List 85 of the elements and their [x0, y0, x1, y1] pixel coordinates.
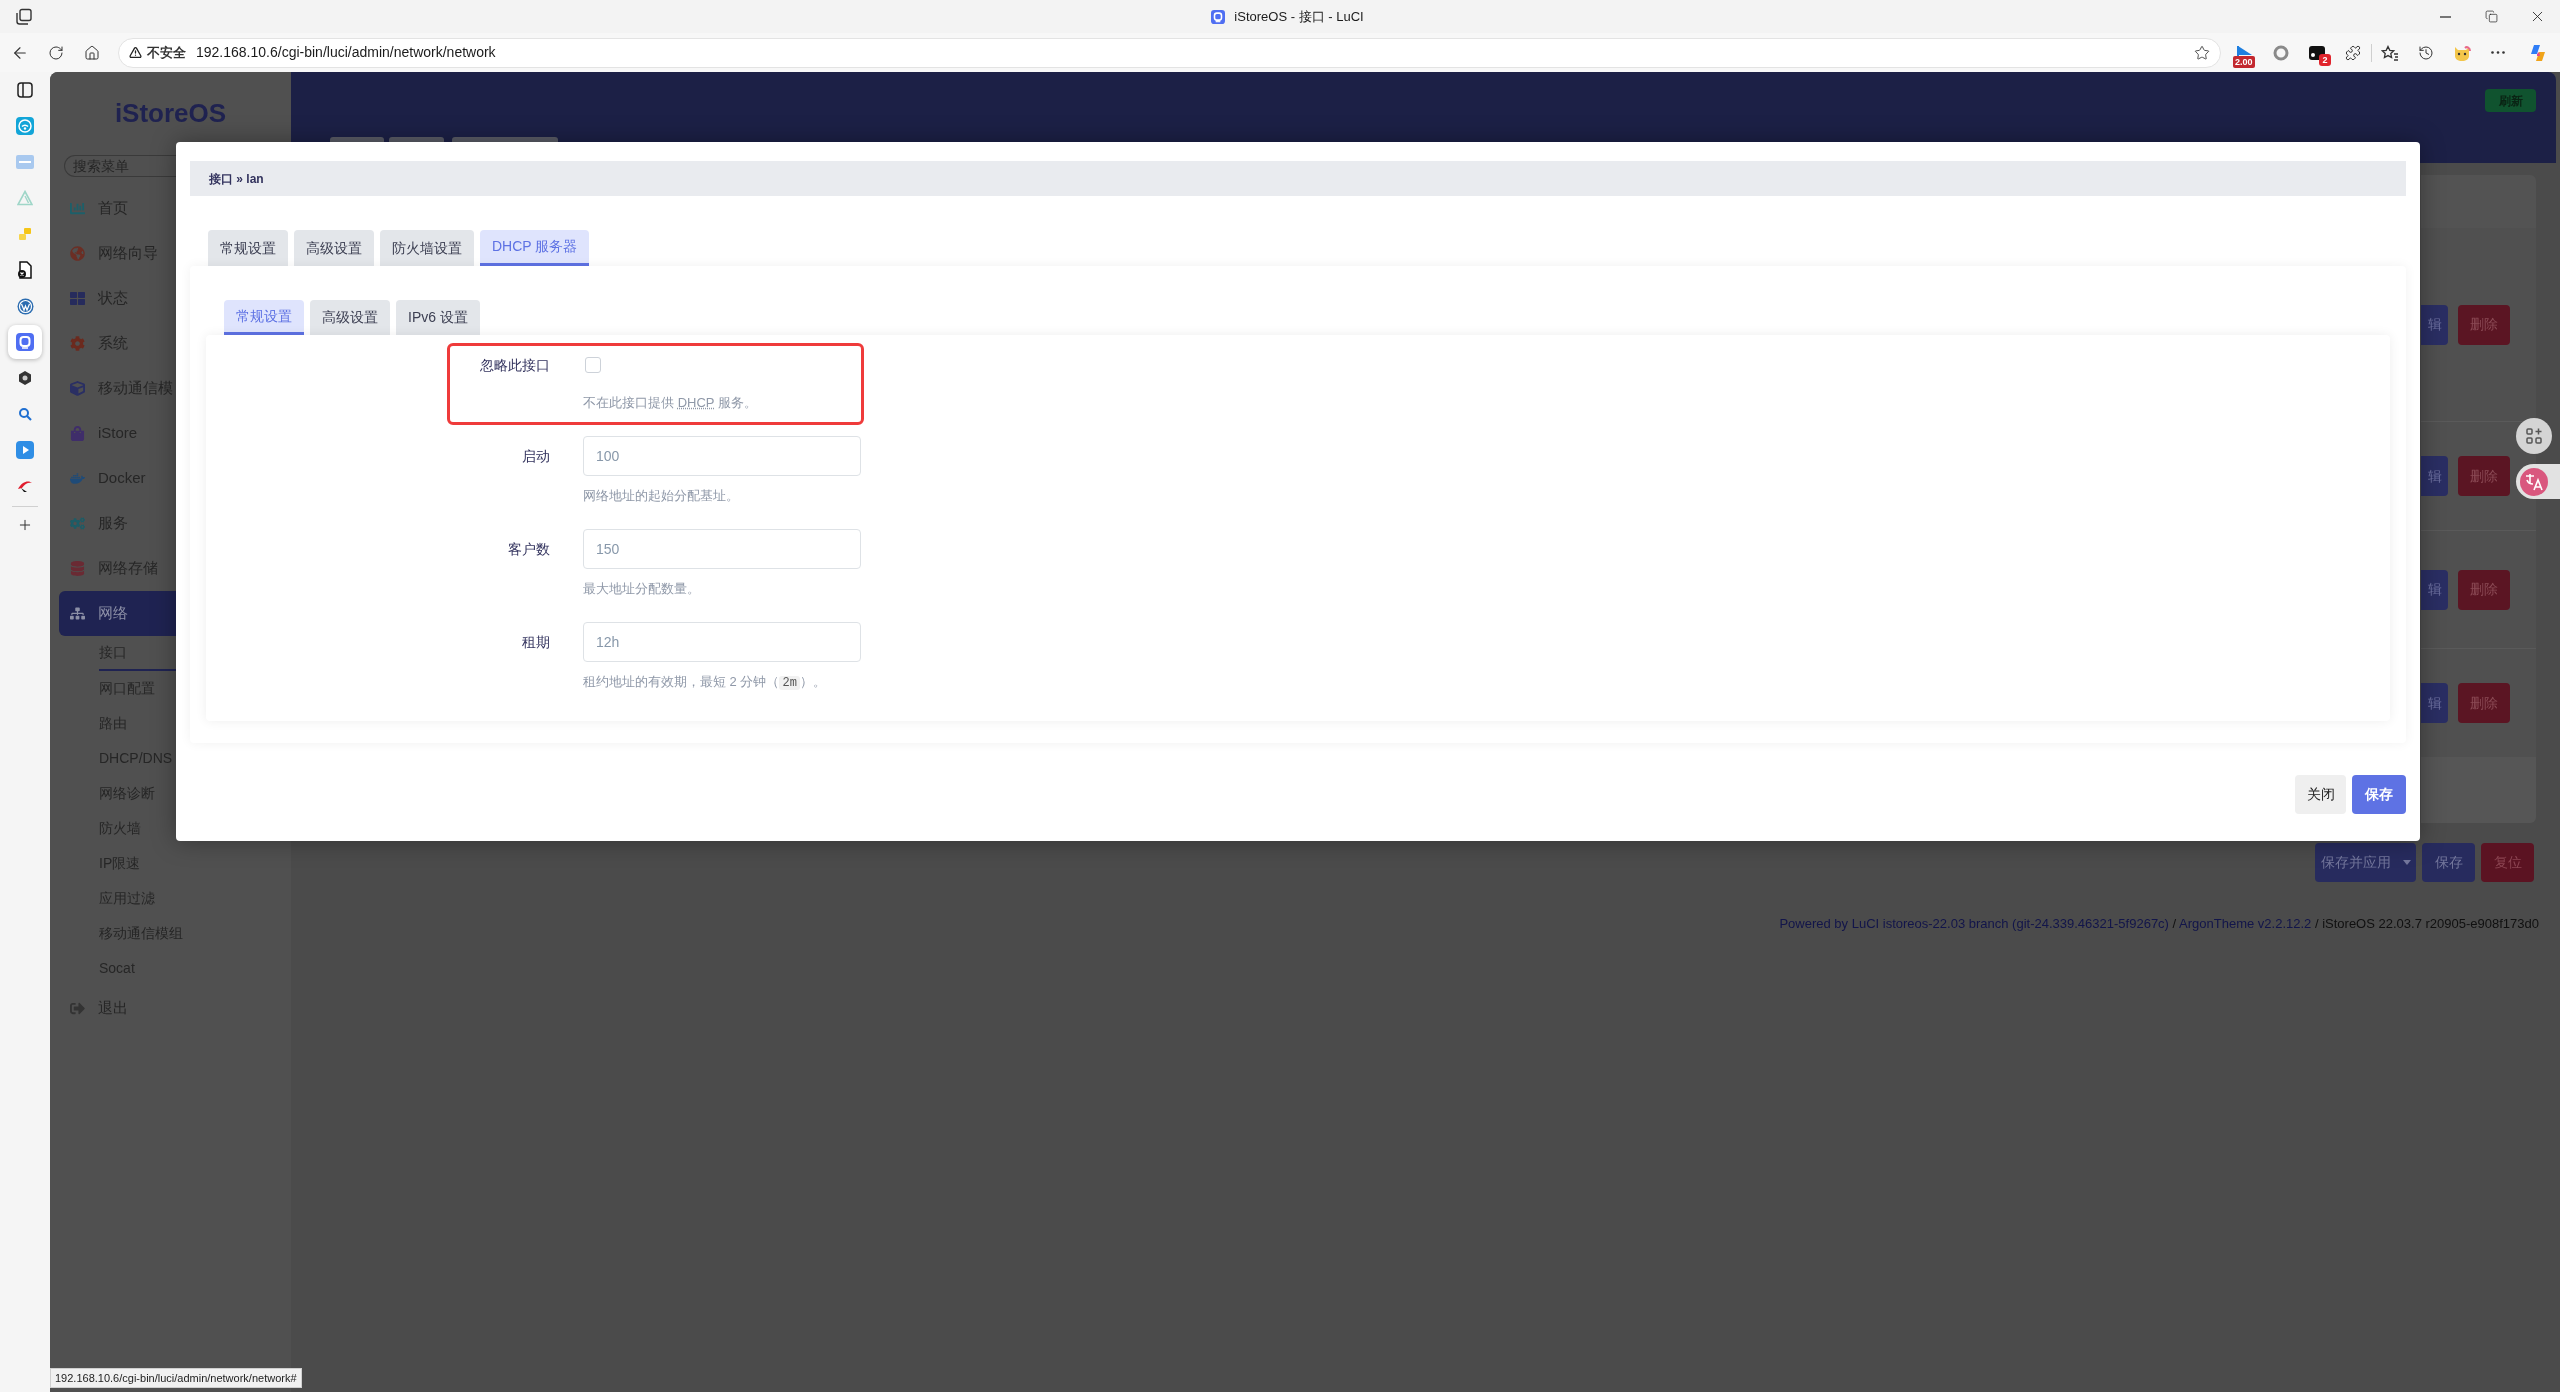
ring-icon	[2273, 44, 2289, 61]
field-label: 忽略此接口	[480, 355, 550, 375]
tab-edge	[330, 137, 384, 142]
status-url: 192.168.10.6/cgi-bin/luci/admin/network/network#	[50, 1368, 302, 1388]
checkbox[interactable]	[585, 357, 601, 373]
notification-badge: 2	[2319, 53, 2331, 66]
database-icon	[70, 561, 85, 576]
text-input[interactable]: 12h	[583, 622, 861, 662]
minimize-icon	[2439, 15, 2451, 18]
document-icon	[17, 261, 33, 279]
save-button[interactable]: 保存	[2352, 775, 2406, 814]
tile-icon	[16, 155, 34, 169]
puzzle-icon	[2345, 44, 2361, 61]
cube-icon	[70, 381, 85, 396]
field-description: 租约地址的有效期，最短 2 分钟（ 2m ）。	[583, 674, 827, 691]
bar-chart-icon	[70, 201, 85, 216]
search-icon	[18, 407, 32, 421]
field-label: 租期	[522, 632, 550, 652]
url-text: 192.168.10.6/cgi-bin/luci/admin/network/network	[196, 43, 496, 62]
tab-actions-icon[interactable]	[15, 7, 33, 26]
window-title: iStoreOS - 接口 - LuCI	[1234, 7, 1364, 26]
field-label: 客户数	[508, 539, 550, 559]
globe-icon	[70, 246, 85, 261]
edit-button[interactable]: 辑	[2421, 569, 2448, 610]
whale-icon	[70, 471, 85, 486]
field-description: 网络地址的起始分配基址。	[583, 488, 740, 504]
edit-button[interactable]: 辑	[2421, 683, 2448, 723]
text-input[interactable]: 150	[583, 529, 861, 569]
cat-face-icon	[2452, 43, 2472, 62]
circle-logo-icon	[16, 297, 34, 315]
menu-item[interactable]: 网络	[59, 591, 176, 636]
history-icon	[2418, 44, 2434, 61]
reload-icon	[48, 44, 64, 61]
tab-edge	[389, 137, 444, 142]
field-label: 启动	[522, 446, 550, 466]
price-badge: 2.00	[2233, 55, 2255, 68]
app-tile-icon	[16, 333, 34, 351]
hexagon-icon	[17, 370, 33, 386]
warning-icon	[129, 46, 142, 59]
close-dialog-button[interactable]: 关闭	[2295, 775, 2346, 814]
save-apply-dropdown[interactable]: 保存并应用	[2315, 843, 2416, 882]
tab[interactable]: 常规设置	[208, 230, 288, 266]
subtab[interactable]: 高级设置	[310, 300, 390, 335]
gears-icon	[70, 516, 85, 531]
tab[interactable]: DHCP 服务器	[480, 230, 590, 266]
text-input[interactable]: 100	[583, 436, 861, 476]
footer-text: Powered by LuCI istoreos-22.03 branch (git-24.339.46321-5f9267c) / ArgonTheme v2.2.12.2 / iStoreOS 22.03.7 r20905-e908f173d0	[1779, 915, 2539, 933]
caret-icon	[2402, 860, 2411, 865]
restore-icon	[2484, 10, 2498, 23]
edit-button[interactable]: 辑	[2421, 456, 2448, 496]
sitemap-icon	[70, 606, 85, 621]
more-icon	[2491, 51, 2505, 54]
breadcrumb: 接口 » lan	[209, 170, 264, 188]
extension-button[interactable]: 2.00	[2227, 36, 2263, 69]
swoosh-icon	[16, 479, 34, 493]
logout-icon	[70, 1001, 85, 1016]
blocks-icon	[17, 226, 33, 242]
grid-sparkle-icon[interactable]	[2516, 418, 2552, 454]
footer-link[interactable]: Powered by LuCI istoreos-22.03 branch (git-24.339.46321-5f9267c)	[1779, 916, 2169, 931]
extension-button[interactable]: 2	[2299, 36, 2335, 69]
field-description: 不在此接口提供 DHCP 服务。	[583, 395, 758, 411]
tabs-icon	[17, 82, 33, 98]
triangle-icon	[17, 190, 33, 206]
play-icon	[16, 441, 34, 459]
footer-link[interactable]: ArgonTheme v2.2.12.2	[2179, 916, 2312, 931]
tab[interactable]: 防火墙设置	[380, 230, 474, 266]
tab[interactable]: 高级设置	[294, 230, 374, 266]
bag-icon	[70, 426, 85, 441]
security-label: 不安全	[147, 43, 186, 62]
bookmark-star-icon[interactable]	[2194, 44, 2210, 61]
wifi-icon	[16, 117, 34, 135]
translate-icon[interactable]	[2516, 464, 2560, 499]
app-logo-icon	[2528, 42, 2548, 63]
settings-icon	[70, 336, 85, 351]
subtab[interactable]: 常规设置	[224, 300, 304, 335]
dashboard-icon	[70, 291, 85, 306]
favorites-icon	[2381, 44, 2399, 61]
address-field[interactable]: 不安全 192.168.10.6/cgi-bin/luci/admin/network/network	[118, 37, 2221, 68]
site-icon	[1211, 9, 1226, 24]
action-button[interactable]: 保存	[2422, 843, 2475, 882]
home-icon	[84, 44, 100, 61]
plus-icon	[17, 517, 33, 533]
subtab[interactable]: IPv6 设置	[396, 300, 480, 335]
field-description: 最大地址分配数量。	[583, 581, 701, 597]
edit-button[interactable]: 辑	[2421, 304, 2448, 345]
